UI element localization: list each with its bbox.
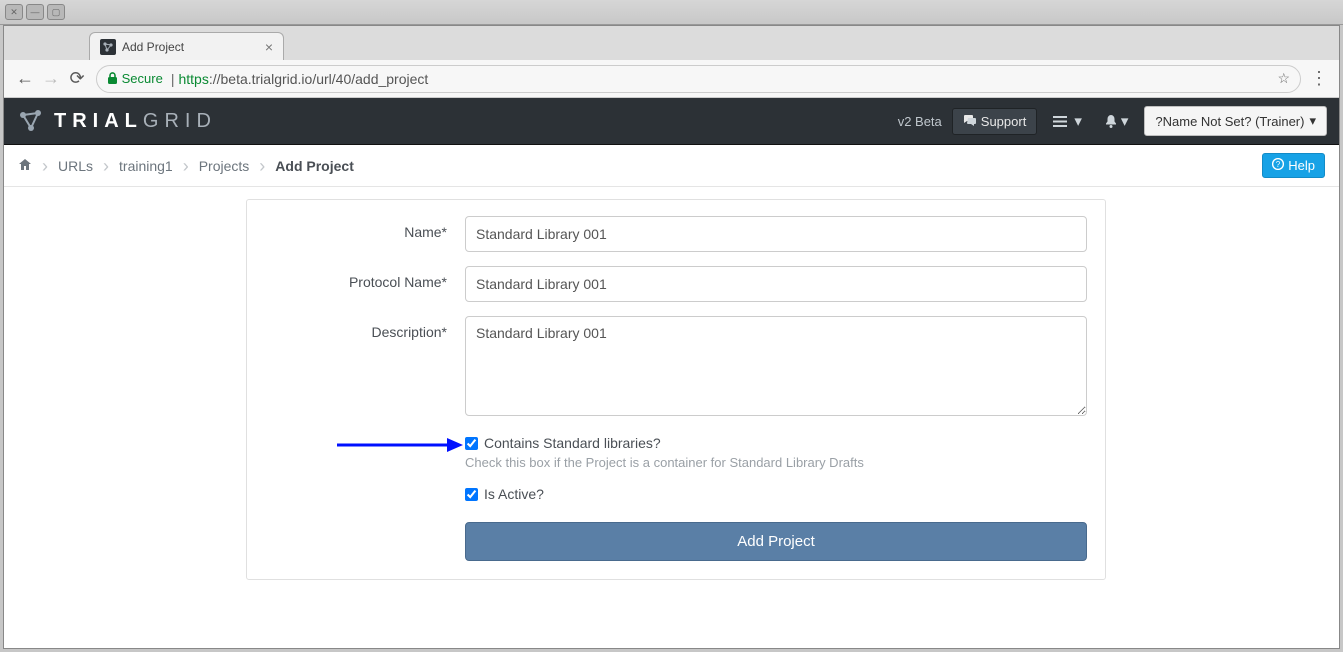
support-button[interactable]: Support [952,108,1038,135]
version-label: v2 Beta [898,114,942,129]
forward-icon[interactable]: → [38,66,64,92]
secure-label: Secure [122,71,163,86]
help-button[interactable]: ? Help [1262,153,1325,178]
chevron-right-icon: › [103,157,109,175]
url-bar: ← → ⟳ Secure | https://beta.trialgrid.io… [4,60,1339,98]
form-panel: Name* Protocol Name* Description* [246,199,1106,580]
brand-text-light: GRID [143,110,217,132]
brand[interactable]: TRIALGRID [16,106,898,136]
breadcrumb: › URLs › training1 › Projects › Add Proj… [18,157,1262,175]
user-label: ?Name Not Set? (Trainer) [1155,114,1304,129]
app-navbar: TRIALGRID v2 Beta Support ▾ ▾ ?Name Not … [4,98,1339,145]
url-host: ://beta.trialgrid.io [209,71,313,87]
back-icon[interactable]: ← [12,66,38,92]
active-checkbox[interactable] [465,488,478,501]
form-row-submit: Add Project [265,516,1087,561]
lock-icon: Secure [107,71,163,86]
browser-menu-icon[interactable]: ⋮ [1307,68,1331,89]
svg-text:?: ? [1276,160,1281,169]
protocol-input[interactable] [465,266,1087,302]
question-icon: ? [1272,158,1284,173]
contains-checkbox[interactable] [465,437,478,450]
form-row-contains: Contains Standard libraries? Check this … [265,433,1087,470]
os-titlebar: ✕ — ▢ [0,0,1343,25]
caret-down-icon: ▾ [1121,112,1129,130]
tab-title: Add Project [122,40,265,54]
home-icon[interactable] [18,158,32,174]
close-icon[interactable]: × [265,39,273,55]
caret-down-icon: ▾ [1074,112,1082,130]
breadcrumb-row: › URLs › training1 › Projects › Add Proj… [4,145,1339,187]
os-maximize-button[interactable]: ▢ [47,4,65,20]
user-menu-button[interactable]: ?Name Not Set? (Trainer) ▾ [1144,106,1327,136]
page-content: Name* Protocol Name* Description* [4,187,1339,648]
url-separator: | [171,71,175,87]
browser-window: Add Project × ← → ⟳ Secure | https://bet… [3,25,1340,649]
brand-text-bold: TRIAL [54,110,143,132]
help-label: Help [1288,158,1315,173]
form-row-description: Description* [265,316,1087,419]
favicon-icon [100,39,116,55]
notifications-icon[interactable]: ▾ [1098,108,1135,134]
breadcrumb-item-projects[interactable]: Projects [199,158,250,174]
address-bar[interactable]: Secure | https://beta.trialgrid.io/url/4… [96,65,1301,93]
support-label: Support [981,114,1027,129]
brand-logo-icon [16,106,46,136]
form-row-protocol: Protocol Name* [265,266,1087,302]
chevron-right-icon: › [183,157,189,175]
form-row-active: Is Active? [265,484,1087,502]
url-scheme: https [178,71,208,87]
breadcrumb-item-current: Add Project [275,158,354,174]
add-project-button[interactable]: Add Project [465,522,1087,561]
protocol-label: Protocol Name* [265,266,465,302]
name-label: Name* [265,216,465,252]
brand-text: TRIALGRID [54,110,217,133]
list-dropdown-icon[interactable]: ▾ [1047,108,1088,134]
name-input[interactable] [465,216,1087,252]
browser-tab[interactable]: Add Project × [89,32,284,60]
breadcrumb-item-training[interactable]: training1 [119,158,173,174]
os-close-button[interactable]: ✕ [5,4,23,20]
chevron-right-icon: › [42,157,48,175]
description-input[interactable] [465,316,1087,416]
url-path: /url/40/add_project [312,71,428,87]
bookmark-star-icon[interactable]: ☆ [1277,70,1290,87]
caret-down-icon: ▾ [1309,113,1316,129]
breadcrumb-item-urls[interactable]: URLs [58,158,93,174]
chat-icon [963,114,976,129]
contains-help-text: Check this box if the Project is a conta… [465,455,1087,470]
navbar-right: v2 Beta Support ▾ ▾ ?Name Not Set? (Trai… [898,106,1327,136]
reload-icon[interactable]: ⟳ [64,66,90,92]
contains-label[interactable]: Contains Standard libraries? [484,435,661,451]
tab-strip: Add Project × [4,26,1339,60]
active-label[interactable]: Is Active? [484,486,544,502]
chevron-right-icon: › [259,157,265,175]
os-minimize-button[interactable]: — [26,4,44,20]
description-label: Description* [265,316,465,419]
form-row-name: Name* [265,216,1087,252]
